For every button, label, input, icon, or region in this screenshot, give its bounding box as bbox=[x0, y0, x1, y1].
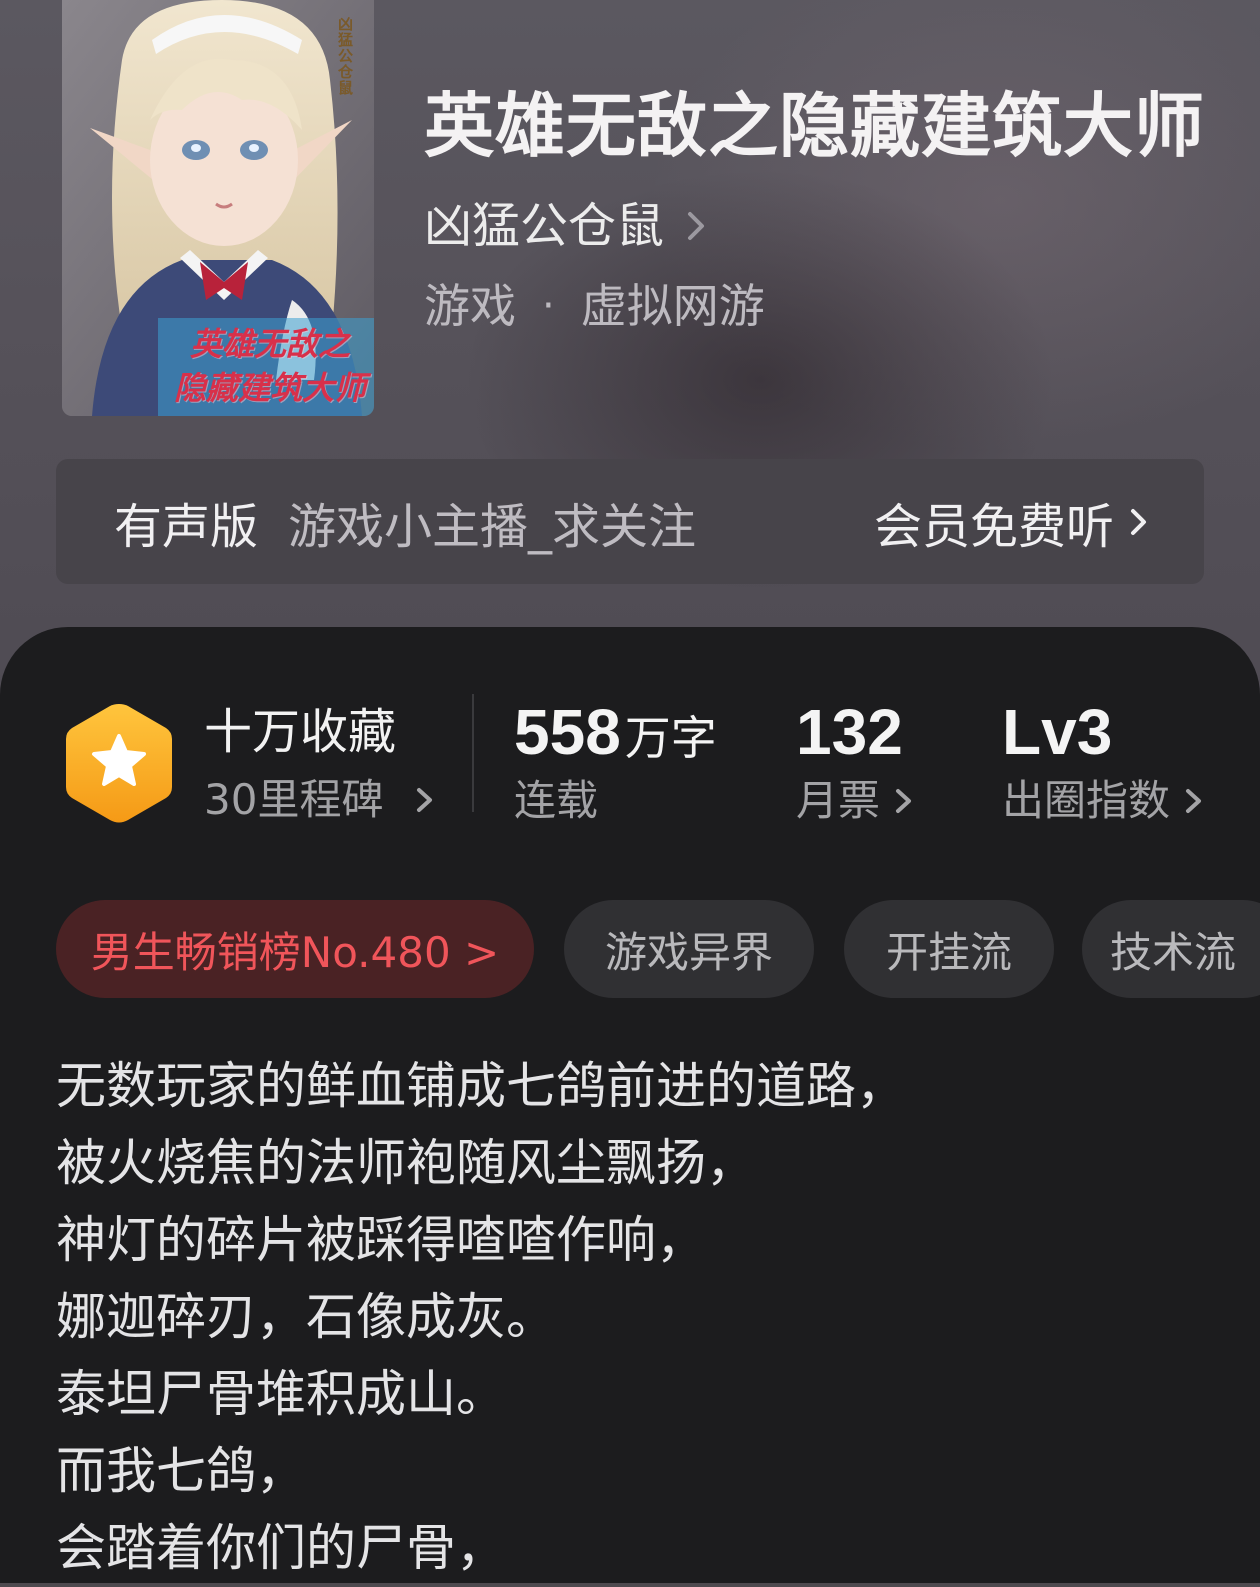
genre-subcategory[interactable]: 虚拟网游 bbox=[581, 276, 765, 336]
chevron-right-icon bbox=[1186, 789, 1202, 813]
genre-category[interactable]: 游戏 bbox=[424, 276, 516, 336]
tag-item[interactable]: 技术流 bbox=[1082, 900, 1260, 998]
synopsis-line: 娜迦碎刃，石像成灰。 bbox=[56, 1288, 556, 1346]
synopsis-line: 会踏着你们的尸骨， bbox=[56, 1519, 506, 1577]
cover-title-line1: 英雄无敌之 bbox=[189, 325, 350, 363]
synopsis[interactable]: 无数玩家的鲜血铺成七鸽前进的道路， 被火烧焦的法师袍随风尘飘扬， 神灯的碎片被踩… bbox=[56, 1048, 1216, 1587]
chevron-right-icon bbox=[1131, 508, 1146, 535]
tag-item[interactable]: 开挂流 bbox=[844, 900, 1054, 998]
chevron-right-icon bbox=[896, 789, 912, 813]
monthly-ticket-number: 132 bbox=[796, 696, 903, 768]
monthly-ticket-value: 132 bbox=[796, 694, 903, 770]
author-link[interactable]: 凶猛公仓鼠 bbox=[424, 196, 710, 256]
tag-item[interactable]: 游戏异界 bbox=[564, 900, 814, 998]
popularity-level-value: Lv3 bbox=[1002, 694, 1112, 770]
audio-narrator: 游戏小主播_求关注 bbox=[288, 498, 697, 555]
monthly-ticket-label: 月票 bbox=[796, 776, 881, 825]
vip-listen-button[interactable]: 会员免费听 bbox=[874, 487, 1152, 557]
synopsis-line: 被火烧焦的法师袍随风尘飘扬， bbox=[56, 1134, 756, 1192]
vip-listen-label: 会员免费听 bbox=[873, 498, 1114, 555]
chevron-right-icon bbox=[417, 788, 433, 812]
audio-version-bar[interactable]: 有声版 游戏小主播_求关注 会员免费听 bbox=[56, 459, 1204, 584]
synopsis-line: 而我七鸽， bbox=[56, 1442, 306, 1500]
monthly-ticket-link[interactable]: 月票 bbox=[796, 773, 916, 829]
author-name: 凶猛公仓鼠 bbox=[424, 198, 665, 254]
synopsis-line: 泰坦尸骨堆积成山。 bbox=[56, 1365, 506, 1423]
collect-milestone-link[interactable]: 30里程碑 bbox=[204, 770, 437, 830]
popularity-index-label: 出圈指数 bbox=[1002, 776, 1171, 825]
word-count-value: 558 万字 bbox=[514, 694, 717, 776]
cover-title: 英雄无敌之 隐藏建筑大师 bbox=[170, 322, 370, 410]
star-badge-icon bbox=[66, 704, 172, 823]
word-count-number: 558 bbox=[514, 696, 621, 768]
serial-status-label: 连载 bbox=[514, 776, 599, 825]
word-count-unit: 万字 bbox=[624, 711, 717, 765]
collect-milestone-label: 30里程碑 bbox=[204, 775, 384, 824]
genre-row: 游戏 · 虚拟网游 bbox=[424, 276, 765, 336]
collect-milestone-title: 十万收藏 bbox=[204, 704, 397, 760]
audio-label: 有声版 bbox=[114, 498, 259, 555]
book-title: 英雄无敌之隐藏建筑大师 bbox=[424, 84, 1205, 167]
popularity-index-link[interactable]: 出圈指数 bbox=[1002, 773, 1206, 829]
cover-title-line2: 隐藏建筑大师 bbox=[173, 369, 366, 407]
synopsis-line: 无数玩家的鲜血铺成七鸽前进的道路， bbox=[56, 1057, 906, 1115]
stat-divider bbox=[472, 694, 474, 812]
chevron-right-icon bbox=[688, 212, 705, 240]
genre-separator: · bbox=[542, 283, 555, 329]
popularity-level-number: Lv3 bbox=[1002, 696, 1113, 768]
book-cover[interactable]: 凶猛公仓鼠 英雄无敌之 隐藏建筑大师 bbox=[62, 0, 374, 416]
cover-author-stamp: 凶猛公仓鼠 bbox=[336, 16, 354, 96]
synopsis-line: 神灯的碎片被踩得喳喳作响， bbox=[56, 1211, 706, 1269]
bestseller-rank-tag[interactable]: 男生畅销榜No.480 > bbox=[56, 900, 534, 998]
